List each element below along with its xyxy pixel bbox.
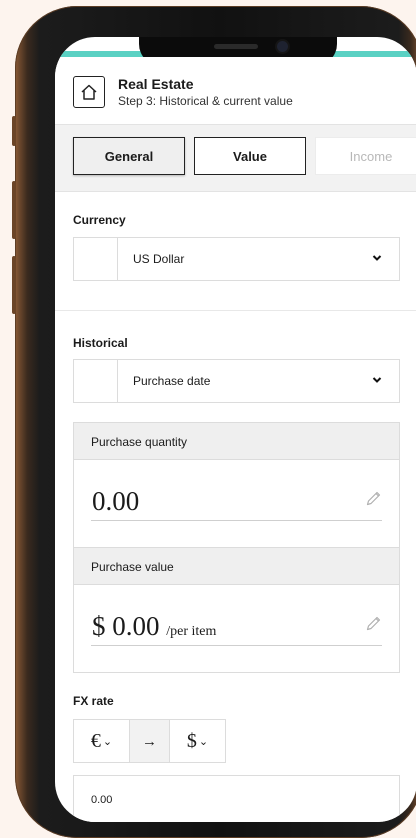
tab-value[interactable]: Value: [194, 137, 306, 175]
tab-income[interactable]: Income: [315, 137, 416, 175]
purchase-quantity-header: Purchase quantity: [74, 423, 399, 460]
tab-bar: General Value Income: [55, 124, 416, 192]
section-divider: [55, 310, 416, 311]
currency-selected: US Dollar: [133, 252, 185, 266]
field-underline: [91, 520, 382, 521]
field-underline: [91, 645, 382, 646]
historical-selected: Purchase date: [133, 374, 211, 388]
purchase-card: Purchase quantity 0.00 Purchase value $ …: [73, 422, 400, 673]
home-icon: [81, 84, 97, 100]
purchase-quantity-value: 0.00: [92, 486, 140, 516]
page-header: Real Estate Step 3: Historical & current…: [55, 57, 416, 123]
per-item-unit: /per item: [166, 624, 217, 639]
side-button-volume-down: [12, 256, 16, 314]
purchase-value-number: $ 0.00: [92, 611, 160, 641]
currency-flag-slot: [74, 238, 118, 280]
pencil-icon[interactable]: [365, 490, 382, 507]
purchase-quantity-field[interactable]: 0.00: [74, 460, 399, 547]
speaker-grille: [214, 44, 258, 49]
arrow-right-icon: →: [142, 732, 157, 750]
purchase-value-field[interactable]: $ 0.00 /per item: [74, 585, 399, 672]
pencil-icon[interactable]: [365, 615, 382, 632]
fx-rate-value: 0.00: [91, 794, 113, 806]
currency-label: Currency: [73, 213, 126, 227]
historical-select[interactable]: Purchase date: [73, 359, 400, 403]
chevron-down-icon: ⌄: [198, 735, 209, 748]
side-button-mute: [12, 116, 16, 146]
fx-to-symbol: $: [186, 729, 197, 752]
step-subtitle: Step 3: Historical & current value: [118, 94, 293, 108]
currency-select[interactable]: US Dollar: [73, 237, 400, 281]
chevron-down-icon: [372, 377, 382, 383]
chevron-down-icon: ⌄: [102, 735, 113, 748]
purchase-value-label: Purchase value: [91, 560, 174, 574]
purchase-value-header: Purchase value: [74, 547, 399, 585]
chevron-down-icon: [372, 255, 382, 261]
front-camera: [277, 41, 288, 52]
historical-label: Historical: [73, 336, 128, 350]
tab-general[interactable]: General: [73, 137, 185, 175]
app-screen: Real Estate Step 3: Historical & current…: [55, 37, 416, 822]
historical-icon-slot: [74, 360, 118, 402]
home-button[interactable]: [73, 76, 105, 108]
side-button-volume-up: [12, 181, 16, 239]
page-title: Real Estate: [118, 76, 194, 92]
fx-rate-input[interactable]: 0.00: [73, 775, 400, 822]
fx-swap-arrow[interactable]: →: [129, 719, 170, 763]
fx-to-currency-select[interactable]: $ ⌄: [169, 719, 226, 763]
purchase-quantity-label: Purchase quantity: [91, 435, 188, 449]
fx-from-symbol: €: [90, 729, 101, 752]
purchase-value-amount: $ 0.00 /per item: [92, 611, 216, 642]
fx-from-currency-select[interactable]: € ⌄: [73, 719, 130, 763]
fx-rate-label: FX rate: [73, 694, 114, 708]
phone-frame: Real Estate Step 3: Historical & current…: [12, 6, 416, 838]
